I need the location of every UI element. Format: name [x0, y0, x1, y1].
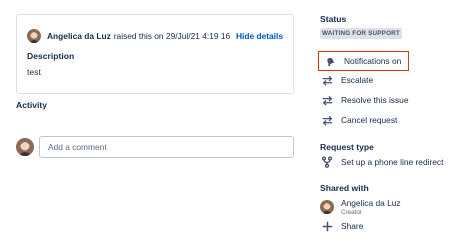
- request-type-row: Set up a phone line redirect: [320, 153, 443, 171]
- hide-details-link[interactable]: Hide details: [236, 28, 283, 44]
- shared-person: Angelica da Luz Creator: [320, 197, 401, 217]
- cancel-request-label: Cancel request: [341, 115, 398, 125]
- notifications-button[interactable]: Notifications on: [318, 51, 409, 71]
- shared-with-heading: Shared with: [320, 183, 369, 193]
- status-heading: Status: [320, 14, 347, 24]
- shared-person-info: Angelica da Luz Creator: [341, 198, 401, 216]
- plus-icon: [320, 219, 334, 233]
- bell-icon: [323, 54, 337, 68]
- request-type-value: Set up a phone line redirect: [341, 157, 444, 167]
- request-main-panel: Angelica da Luz raised this on 29/Jul/21…: [0, 0, 300, 247]
- comment-row: Add a comment: [16, 136, 296, 158]
- shared-person-name: Angelica da Luz: [341, 198, 401, 208]
- avatar: [320, 200, 334, 214]
- cancel-request-button[interactable]: Cancel request: [320, 111, 397, 129]
- swap-arrows-icon: [320, 73, 334, 87]
- resolve-issue-label: Resolve this issue: [341, 95, 409, 105]
- request-type-icon: [320, 155, 334, 169]
- shared-person-role: Creator: [341, 209, 362, 216]
- status-badge: WAITING FOR SUPPORT: [320, 28, 402, 39]
- swap-arrows-icon: [320, 93, 334, 107]
- resolve-issue-button[interactable]: Resolve this issue: [320, 91, 409, 109]
- swap-arrows-icon: [320, 113, 334, 127]
- avatar: [16, 138, 34, 156]
- raised-by-line: Angelica da Luz raised this on 29/Jul/21…: [27, 28, 287, 44]
- request-sidebar: Status WAITING FOR SUPPORT Notifications…: [318, 0, 467, 247]
- activity-heading: Activity: [16, 100, 48, 110]
- escalate-label: Escalate: [341, 75, 374, 85]
- avatar: [27, 29, 41, 43]
- request-details-card: Angelica da Luz raised this on 29/Jul/21…: [16, 14, 294, 94]
- description-value: test: [27, 67, 41, 77]
- description-label: Description: [27, 51, 75, 61]
- escalate-button[interactable]: Escalate: [320, 71, 373, 89]
- notifications-label: Notifications on: [344, 56, 402, 66]
- request-type-heading: Request type: [320, 142, 374, 152]
- share-button[interactable]: Share: [320, 217, 363, 235]
- raiser-name[interactable]: Angelica da Luz: [47, 31, 111, 41]
- comment-input[interactable]: Add a comment: [39, 136, 294, 158]
- share-label: Share: [341, 221, 364, 231]
- raised-timestamp-text: raised this on 29/Jul/21 4:19 16: [113, 31, 231, 41]
